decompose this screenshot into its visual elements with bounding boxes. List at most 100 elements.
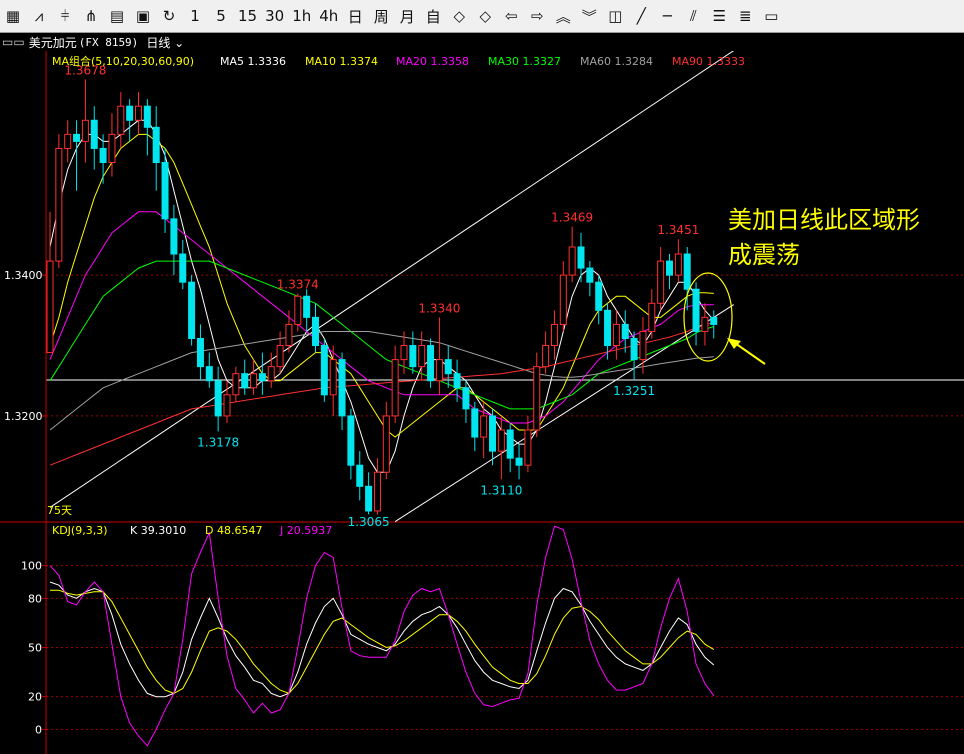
candle-body-up — [418, 345, 426, 368]
kdj-legend-label[interactable]: KDJ(9,3,3) — [52, 524, 108, 537]
period-week-button[interactable]: 周 — [369, 2, 393, 30]
candle-body-up — [550, 323, 558, 347]
candle-body-down — [506, 429, 514, 459]
kdj-j-value: J 20.5937 — [279, 524, 332, 537]
candle-body-up — [657, 260, 665, 304]
candle-body-up — [135, 105, 142, 121]
arrow-right-icon[interactable]: ⇨ — [525, 2, 549, 30]
period-5min-button[interactable]: 5 — [209, 2, 233, 30]
candle-body-up — [648, 302, 656, 332]
kdj-tick-label: 50 — [28, 642, 42, 655]
candlestick-icon[interactable]: ⫩ — [53, 2, 77, 30]
candle-body-up — [701, 316, 709, 332]
period-1min-button[interactable]: 1 — [183, 2, 207, 30]
candle-body-up — [285, 323, 293, 347]
candle-body-down — [258, 373, 266, 382]
candle-body-down — [205, 366, 213, 382]
more-icon[interactable]: ▭ — [759, 2, 783, 30]
period-label: 日线 — [146, 35, 171, 50]
kdj-tick-label: 80 — [28, 592, 42, 605]
candle-body-down — [356, 464, 364, 487]
candle-body-up — [391, 359, 399, 417]
chart-background — [0, 51, 964, 754]
candle-body-down — [126, 105, 134, 121]
chart-area: 1.34001.3200 1008050200 1.36781.31781.33… — [0, 51, 964, 754]
candle-body-up — [382, 415, 390, 473]
candle-body-down — [320, 345, 328, 396]
period-4h-button[interactable]: 4h — [316, 2, 341, 30]
candle-body-down — [453, 373, 461, 389]
candle-body-up — [329, 359, 337, 396]
kdj-d-value: D 48.6547 — [205, 524, 262, 537]
ma60-value: MA60 1.3284 — [580, 55, 653, 68]
candle-body-up — [294, 295, 302, 325]
candle-body-down — [312, 316, 319, 347]
candle-body-up — [267, 366, 275, 382]
panel-icon[interactable]: ◫ — [603, 2, 627, 30]
candle-body-up — [276, 345, 284, 368]
expand-icon[interactable]: ◇ — [447, 2, 471, 30]
candle-body-down — [577, 246, 585, 269]
chevron-down-icon[interactable]: ︾ — [577, 2, 601, 30]
ma5-value: MA5 1.3336 — [220, 55, 286, 68]
candle-body-up — [81, 119, 89, 142]
channel-line-icon[interactable]: ⫽ — [681, 2, 705, 30]
candle-body-down — [630, 337, 638, 361]
candle-body-down — [347, 415, 355, 466]
price-low-label: 1.3065 — [348, 515, 390, 529]
candle-body-up — [435, 359, 443, 382]
candle-body-down — [99, 147, 107, 164]
period-day-button[interactable]: 日 — [343, 2, 367, 30]
period-selector[interactable]: 日线 ⌄ — [146, 34, 184, 51]
chevron-down-icon: ⌄ — [170, 35, 185, 50]
candle — [188, 275, 196, 346]
candle-body-down — [338, 359, 346, 417]
line-chart-icon[interactable]: ⩘ — [27, 2, 51, 30]
period-month-button[interactable]: 月 — [395, 2, 419, 30]
price-high-label: 1.3374 — [277, 277, 319, 291]
ma20-value: MA20 1.3358 — [396, 55, 469, 68]
kdj-k-value: K 39.3010 — [130, 524, 186, 537]
chevron-up-icon[interactable]: ︽ — [551, 2, 575, 30]
price-high-label: 1.3451 — [657, 223, 699, 237]
price-tick-label: 1.3200 — [4, 410, 43, 423]
candle-body-up — [497, 429, 505, 452]
fan-icon[interactable]: ⋔ — [79, 2, 103, 30]
candle-body-down — [143, 105, 151, 128]
candle-body-up — [559, 274, 567, 325]
candle-body-up — [232, 373, 240, 396]
period-1h-button[interactable]: 1h — [289, 2, 314, 30]
ma-legend: MA组合(5,10,20,30,60,90) MA5 1.3336 MA10 1… — [52, 54, 745, 68]
grid-icon[interactable]: ▦ — [1, 2, 25, 30]
kdj-tick-label: 20 — [28, 691, 42, 704]
candle-body-down — [365, 485, 373, 512]
period-custom-button[interactable]: 自 — [421, 2, 445, 30]
candle-body-down — [179, 253, 187, 283]
fib-icon[interactable]: ☰ — [707, 2, 731, 30]
arrow-left-icon[interactable]: ⇦ — [499, 2, 523, 30]
candle-body-down — [586, 267, 594, 283]
candle-body-down — [214, 380, 222, 417]
candle-body-down — [604, 309, 612, 347]
shrink-icon[interactable]: ◇ — [473, 2, 497, 30]
gann-icon[interactable]: ≣ — [733, 2, 757, 30]
candle-body-up — [568, 246, 576, 276]
candle-body-down — [188, 281, 196, 339]
table-icon[interactable]: ▤ — [105, 2, 129, 30]
period-30min-button[interactable]: 30 — [262, 2, 287, 30]
refresh-icon[interactable]: ↻ — [157, 2, 181, 30]
window-menu-icon[interactable]: ▭▭ — [2, 35, 25, 49]
candle-body-down — [170, 218, 178, 255]
candle-body-up — [480, 415, 488, 438]
candle-body-up — [674, 253, 682, 276]
save-icon[interactable]: ▣ — [131, 2, 155, 30]
ma-legend-label[interactable]: MA组合(5,10,20,30,60,90) — [52, 54, 194, 68]
candle-body-up — [117, 105, 125, 135]
candle-body-down — [427, 345, 435, 382]
annotation-line-2: 成震荡 — [728, 241, 800, 269]
trend-line-icon[interactable]: ╱ — [629, 2, 653, 30]
period-15min-button[interactable]: 15 — [235, 2, 260, 30]
horizontal-line-icon[interactable]: ─ — [655, 2, 679, 30]
candle-body-up — [373, 471, 381, 512]
candle-body-down — [666, 260, 673, 276]
